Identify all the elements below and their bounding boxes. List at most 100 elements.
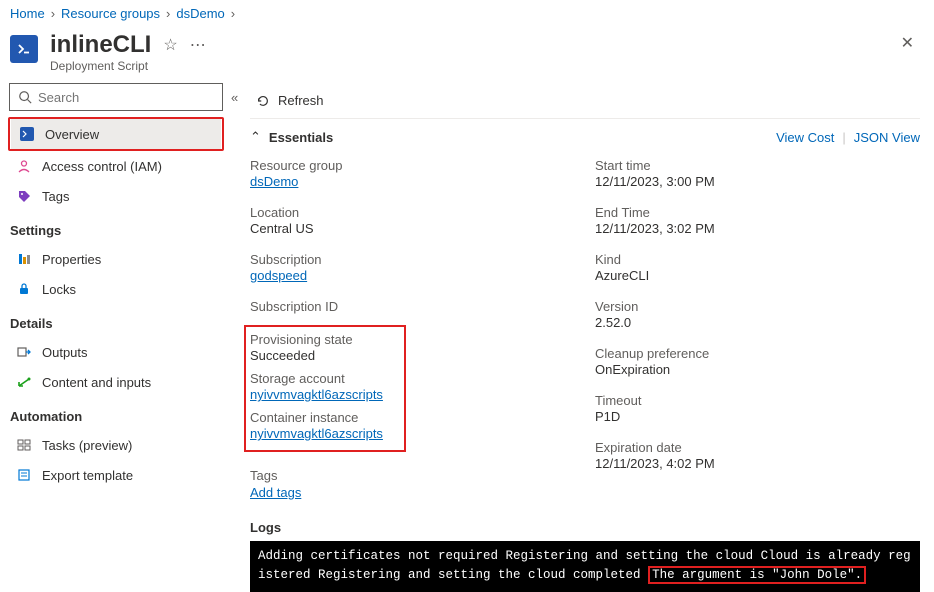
toolbar: Refresh	[250, 83, 920, 119]
tasks-icon	[16, 438, 32, 452]
sidebar-label: Content and inputs	[42, 375, 151, 390]
label: Version	[595, 299, 920, 314]
sidebar-item-content-inputs[interactable]: Content and inputs	[8, 367, 224, 397]
container-instance-link[interactable]: nyivvmvagktl6azscripts	[250, 426, 398, 441]
deployment-script-icon	[10, 35, 38, 63]
sidebar-item-outputs[interactable]: Outputs	[8, 337, 224, 367]
chevron-up-icon[interactable]: ⌃	[250, 129, 261, 145]
label: Container instance	[250, 410, 398, 425]
label: End Time	[595, 205, 920, 220]
main-content: Refresh ⌃ Essentials View Cost | JSON Vi…	[230, 83, 934, 592]
field-kind: Kind AzureCLI	[595, 249, 920, 288]
sidebar-item-export-template[interactable]: Export template	[8, 460, 224, 490]
sidebar-section-details: Details	[8, 304, 224, 337]
page-subtitle: Deployment Script	[50, 59, 207, 73]
logs-output: Adding certificates not required Registe…	[250, 541, 920, 592]
field-container-instance: Container instance nyivvmvagktl6azscript…	[250, 407, 398, 446]
locks-icon	[16, 282, 32, 296]
sidebar-label: Locks	[42, 282, 76, 297]
field-version: Version 2.52.0	[595, 296, 920, 335]
label: Subscription	[250, 252, 575, 267]
sidebar-label: Outputs	[42, 345, 88, 360]
label: Location	[250, 205, 575, 220]
label: Tags	[250, 468, 575, 483]
value: 12/11/2023, 3:00 PM	[595, 174, 920, 189]
sidebar-item-overview[interactable]: Overview	[11, 119, 221, 149]
sidebar-section-automation: Automation	[8, 397, 224, 430]
value: P1D	[595, 409, 920, 424]
search-field[interactable]	[38, 90, 214, 105]
sidebar-item-locks[interactable]: Locks	[8, 274, 224, 304]
label: Resource group	[250, 158, 575, 173]
search-input[interactable]	[9, 83, 223, 111]
field-start-time: Start time 12/11/2023, 3:00 PM	[595, 155, 920, 194]
add-tags-link[interactable]: Add tags	[250, 485, 575, 500]
label: Cleanup preference	[595, 346, 920, 361]
sidebar: « Overview Access control (IAM) Tags Set…	[0, 83, 230, 592]
field-end-time: End Time 12/11/2023, 3:02 PM	[595, 202, 920, 241]
breadcrumb-home[interactable]: Home	[10, 6, 45, 21]
label: Expiration date	[595, 440, 920, 455]
label: Storage account	[250, 371, 398, 386]
field-timeout: Timeout P1D	[595, 390, 920, 429]
field-provisioning-state: Provisioning state Succeeded	[250, 329, 398, 368]
breadcrumb: Home › Resource groups › dsDemo ›	[0, 0, 934, 27]
field-location: Location Central US	[250, 202, 575, 241]
chevron-right-icon: ›	[231, 6, 235, 21]
sidebar-label: Tasks (preview)	[42, 438, 132, 453]
tags-icon	[16, 189, 32, 203]
sidebar-label: Properties	[42, 252, 101, 267]
chevron-right-icon: ›	[51, 6, 55, 21]
field-expiration-date: Expiration date 12/11/2023, 4:02 PM	[595, 437, 920, 476]
sidebar-label: Access control (IAM)	[42, 159, 162, 174]
overview-icon	[19, 127, 35, 141]
sidebar-item-access-control[interactable]: Access control (IAM)	[8, 151, 224, 181]
field-cleanup-preference: Cleanup preference OnExpiration	[595, 343, 920, 382]
sidebar-section-settings: Settings	[8, 211, 224, 244]
label: Provisioning state	[250, 332, 398, 347]
storage-account-link[interactable]: nyivvmvagktl6azscripts	[250, 387, 398, 402]
label: Kind	[595, 252, 920, 267]
sidebar-item-properties[interactable]: Properties	[8, 244, 224, 274]
logs-section-title: Logs	[250, 510, 920, 541]
view-cost-link[interactable]: View Cost	[776, 130, 834, 145]
favorite-star-icon[interactable]: ☆	[163, 35, 177, 55]
outputs-icon	[16, 345, 32, 359]
sidebar-item-tasks[interactable]: Tasks (preview)	[8, 430, 224, 460]
page-header: inlineCLI ☆ ⋯ Deployment Script ✕	[0, 27, 934, 83]
label: Subscription ID	[250, 299, 575, 314]
more-actions-icon[interactable]: ⋯	[190, 35, 207, 55]
field-subscription: Subscription godspeed	[250, 249, 575, 288]
essentials-title: Essentials	[269, 130, 333, 145]
highlighted-provisioning-block: Provisioning state Succeeded Storage acc…	[244, 325, 406, 452]
breadcrumb-dsdemo[interactable]: dsDemo	[176, 6, 224, 21]
value: Succeeded	[250, 348, 398, 363]
value: 12/11/2023, 4:02 PM	[595, 456, 920, 471]
value: Central US	[250, 221, 575, 236]
field-tags: Tags Add tags	[250, 462, 575, 510]
sidebar-label: Tags	[42, 189, 69, 204]
label: Start time	[595, 158, 920, 173]
properties-icon	[16, 252, 32, 266]
refresh-button[interactable]: Refresh	[250, 89, 330, 112]
json-view-link[interactable]: JSON View	[854, 130, 920, 145]
access-control-icon	[16, 159, 32, 173]
export-template-icon	[16, 468, 32, 482]
essentials-grid: Resource group dsDemo Location Central U…	[250, 155, 920, 510]
field-storage-account: Storage account nyivvmvagktl6azscripts	[250, 368, 398, 407]
resource-group-link[interactable]: dsDemo	[250, 174, 575, 189]
breadcrumb-resource-groups[interactable]: Resource groups	[61, 6, 160, 21]
chevron-right-icon: ›	[166, 6, 170, 21]
refresh-label: Refresh	[278, 93, 324, 108]
value: OnExpiration	[595, 362, 920, 377]
value: 12/11/2023, 3:02 PM	[595, 221, 920, 236]
label: Timeout	[595, 393, 920, 408]
refresh-icon	[256, 94, 270, 108]
highlighted-log-argument: The argument is "John Dole".	[648, 566, 866, 584]
value: 2.52.0	[595, 315, 920, 330]
search-icon	[18, 90, 32, 104]
close-icon[interactable]: ✕	[895, 31, 920, 55]
field-resource-group: Resource group dsDemo	[250, 155, 575, 194]
sidebar-item-tags[interactable]: Tags	[8, 181, 224, 211]
subscription-link[interactable]: godspeed	[250, 268, 575, 283]
